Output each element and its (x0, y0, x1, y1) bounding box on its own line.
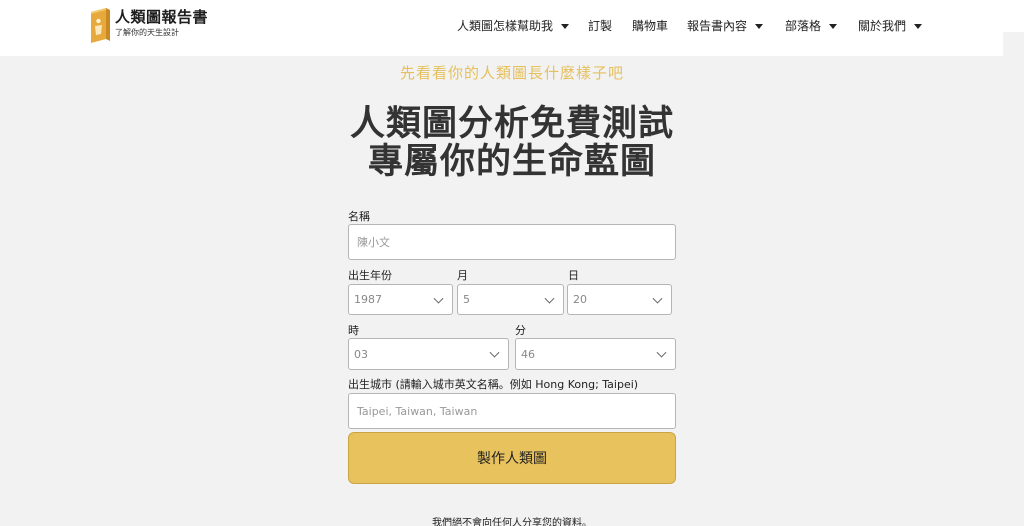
nav-item-label: 購物車 (632, 19, 669, 33)
hero-subtitle: 先看看你的人類圖長什麼樣子吧 (399, 64, 624, 82)
birth-month-label: 月 (457, 269, 468, 282)
birth-hour-value: 03 (354, 347, 368, 361)
chevron-down-icon (656, 347, 667, 358)
birth-minute-select[interactable]: 46 (515, 338, 676, 370)
caret-down-icon (914, 23, 923, 29)
caret-down-icon (561, 23, 570, 29)
birth-month-value: 5 (463, 293, 470, 306)
create-chart-button-label: 製作人類圖 (477, 451, 547, 467)
chevron-down-icon (433, 293, 444, 304)
privacy-note: 我們絕不會向任何人分享您的資料。 (432, 518, 592, 526)
nav-item-about-us[interactable]: 關於我們 (858, 18, 923, 34)
birth-hour-select[interactable]: 03 (348, 338, 509, 370)
chevron-down-icon (544, 293, 555, 304)
chevron-down-icon (489, 347, 500, 358)
nav-item-how-it-helps[interactable]: 人類圖怎樣幫助我 (457, 18, 570, 34)
birth-city-input[interactable]: Taipei, Taiwan, Taiwan (348, 393, 676, 429)
main-nav: 人類圖怎樣幫助我 訂製 購物車 報告書內容 部落格 關於我們 (0, 18, 1024, 36)
nav-item-label: 關於我們 (858, 19, 907, 33)
birth-year-select[interactable]: 1987 (348, 284, 453, 315)
name-input[interactable]: 陳小文 (348, 224, 676, 260)
nav-item-label: 訂製 (588, 19, 613, 33)
hero-title-line-2: 專屬你的生命藍圖 (367, 142, 656, 182)
caret-down-icon (755, 23, 764, 29)
chevron-down-icon (652, 293, 663, 304)
birth-day-select[interactable]: 20 (567, 284, 672, 315)
name-label: 名稱 (348, 210, 370, 223)
nav-item-label: 人類圖怎樣幫助我 (457, 19, 554, 33)
hero-title-line-1: 人類圖分析免費測試 (349, 104, 674, 144)
birth-day-label: 日 (568, 269, 579, 282)
birth-day-value: 20 (573, 293, 587, 306)
nav-item-order[interactable]: 訂製 (588, 18, 612, 34)
nav-item-label: 報告書內容 (687, 19, 748, 33)
birth-city-label: 出生城市 (請輸入城市英文名稱。例如 Hong Kong; Taipei) (348, 378, 639, 391)
birth-minute-label: 分 (515, 324, 526, 337)
birth-city-placeholder: Taipei, Taiwan, Taiwan (357, 404, 478, 418)
create-chart-button[interactable]: 製作人類圖 (348, 432, 676, 484)
nav-item-blog[interactable]: 部落格 (785, 18, 838, 34)
nav-item-label: 部落格 (785, 19, 822, 33)
nav-item-report-contents[interactable]: 報告書內容 (687, 18, 764, 34)
name-placeholder: 陳小文 (357, 236, 390, 249)
birth-hour-label: 時 (348, 324, 359, 337)
birth-minute-value: 46 (521, 347, 535, 361)
birth-year-value: 1987 (354, 293, 382, 306)
birth-month-select[interactable]: 5 (457, 284, 564, 315)
birth-year-label: 出生年份 (348, 269, 392, 282)
caret-down-icon (829, 23, 838, 29)
nav-item-cart[interactable]: 購物車 (632, 18, 668, 34)
